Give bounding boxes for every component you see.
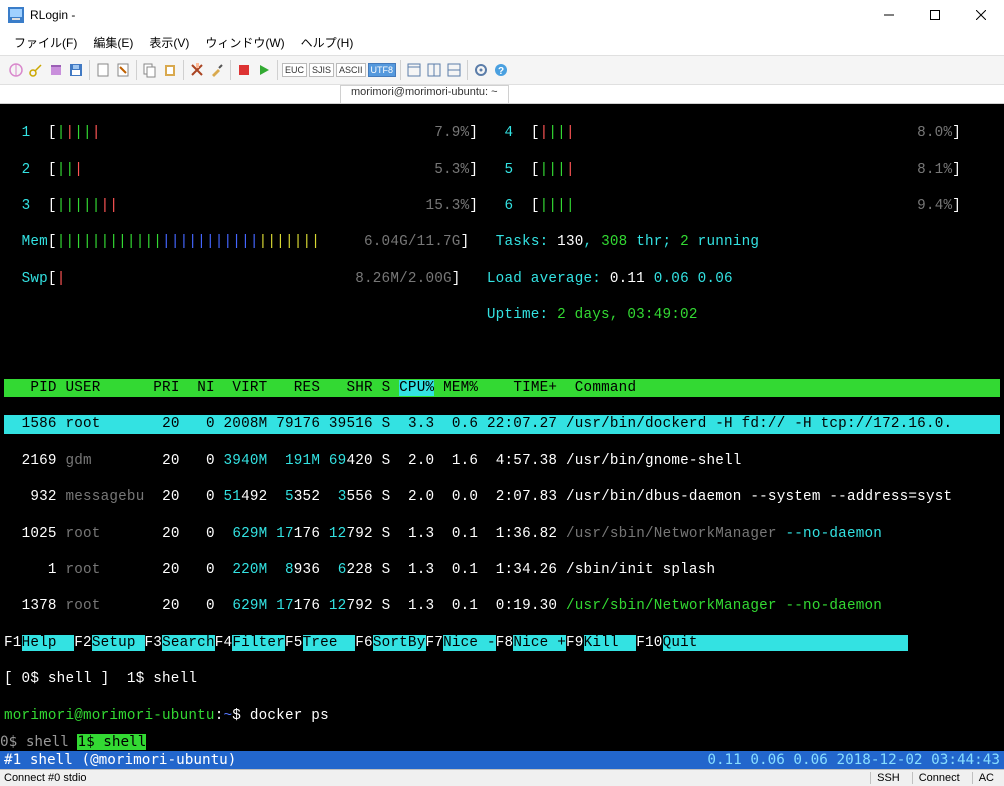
htop-row[interactable]: 1025 root 20 0 629M 17176 12792 S 1.3 0.… — [4, 525, 1000, 543]
status-left: #1 shell (@morimori-ubuntu) — [0, 751, 703, 769]
enc-euc[interactable]: EUC — [282, 63, 307, 77]
htop-row[interactable]: 1 root 20 0 220M 8936 6228 S 1.3 0.1 1:3… — [4, 561, 1000, 579]
settings-icon[interactable] — [471, 60, 491, 80]
new-doc-icon[interactable] — [93, 60, 113, 80]
stop-icon[interactable] — [234, 60, 254, 80]
app-icon — [8, 7, 24, 23]
tmux-status: [ 0$ shell ] 1$ shell — [4, 670, 1000, 688]
ac-indicator: AC — [972, 772, 1000, 784]
save-icon[interactable] — [66, 60, 86, 80]
toolbar: EUC SJIS ASCII UTF8 ? — [0, 55, 1004, 85]
status-right: 0.11 0.06 0.06 2018-12-02 03:44:43 — [703, 751, 1004, 769]
help-icon[interactable]: ? — [491, 60, 511, 80]
enc-utf8[interactable]: UTF8 — [368, 63, 397, 77]
session-tab[interactable]: morimori@morimori-ubuntu: ~ — [340, 85, 509, 103]
shell-status: #1 shell (@morimori-ubuntu) 0.11 0.06 0.… — [0, 751, 1004, 769]
svg-text:?: ? — [498, 66, 504, 77]
close-button[interactable] — [958, 0, 1004, 30]
app-window: RLogin - ファイル(F) 編集(E) 表示(V) ウィンドウ(W) ヘル… — [0, 0, 1004, 786]
layout3-icon[interactable] — [444, 60, 464, 80]
uptime-row: Uptime: 2 days, 03:49:02 — [4, 306, 1000, 324]
htop-row[interactable]: 932 messagebu 20 0 51492 5352 3556 S 2.0… — [4, 488, 1000, 506]
prompt-line: morimori@morimori-ubuntu:~$ docker ps — [4, 707, 1000, 725]
ssh-indicator: SSH — [870, 772, 906, 784]
cpu-row-3: 3 [||||||| 15.3%] 6 [|||| 9.4%] — [4, 197, 1000, 215]
edit-doc-icon[interactable] — [113, 60, 133, 80]
mem-row: Mem[|||||||||||||||||||||||||||||| 6.04G… — [4, 233, 1000, 251]
menu-help[interactable]: ヘルプ(H) — [293, 32, 362, 53]
brush-icon[interactable] — [207, 60, 227, 80]
layout1-icon[interactable] — [404, 60, 424, 80]
book-icon[interactable] — [46, 60, 66, 80]
htop-row-selected[interactable]: 1586 root 20 0 2008M 79176 39516 S 3.3 0… — [4, 415, 1000, 433]
conn-status: Connect #0 stdio — [4, 772, 864, 784]
maximize-button[interactable] — [912, 0, 958, 30]
cpu-row-1: 1 [||||| 7.9%] 4 [|||| 8.0%] — [4, 124, 1000, 142]
clear-icon[interactable] — [187, 60, 207, 80]
terminal[interactable]: 1 [||||| 7.9%] 4 [|||| 8.0%] 2 [||| 5.3%… — [0, 104, 1004, 733]
connect-icon[interactable] — [6, 60, 26, 80]
htop-footer: F1Help F2Setup F3SearchF4FilterF5Tree F6… — [4, 634, 1000, 652]
layout2-icon[interactable] — [424, 60, 444, 80]
menubar: ファイル(F) 編集(E) 表示(V) ウィンドウ(W) ヘルプ(H) — [0, 30, 1004, 55]
copy-icon[interactable] — [140, 60, 160, 80]
menu-edit[interactable]: 編集(E) — [85, 32, 141, 53]
key-icon[interactable] — [26, 60, 46, 80]
minimize-button[interactable] — [866, 0, 912, 30]
enc-sjis[interactable]: SJIS — [309, 63, 334, 77]
htop-row[interactable]: 2169 gdm 20 0 3940M 191M 69420 S 2.0 1.6… — [4, 452, 1000, 470]
menu-file[interactable]: ファイル(F) — [6, 32, 85, 53]
swp-row: Swp[| 8.26M/2.00G] Load average: 0.11 0.… — [4, 270, 1000, 288]
paste-icon[interactable] — [160, 60, 180, 80]
tmux-bottom: 0$ shell 1$ shell — [0, 733, 1004, 751]
titlebar: RLogin - — [0, 0, 1004, 30]
enc-ascii[interactable]: ASCII — [336, 63, 366, 77]
app-statusbar: Connect #0 stdio SSH Connect AC — [0, 769, 1004, 786]
window-title: RLogin - — [30, 8, 866, 22]
menu-view[interactable]: 表示(V) — [141, 32, 197, 53]
htop-row[interactable]: 1378 root 20 0 629M 17176 12792 S 1.3 0.… — [4, 597, 1000, 615]
tabbar: morimori@morimori-ubuntu: ~ — [0, 85, 1004, 104]
connect-indicator: Connect — [912, 772, 966, 784]
play-icon[interactable] — [254, 60, 274, 80]
cpu-row-2: 2 [||| 5.3%] 5 [|||| 8.1%] — [4, 161, 1000, 179]
menu-window[interactable]: ウィンドウ(W) — [197, 32, 292, 53]
htop-header: PID USER PRI NI VIRT RES SHR S CPU% MEM%… — [4, 379, 1000, 397]
